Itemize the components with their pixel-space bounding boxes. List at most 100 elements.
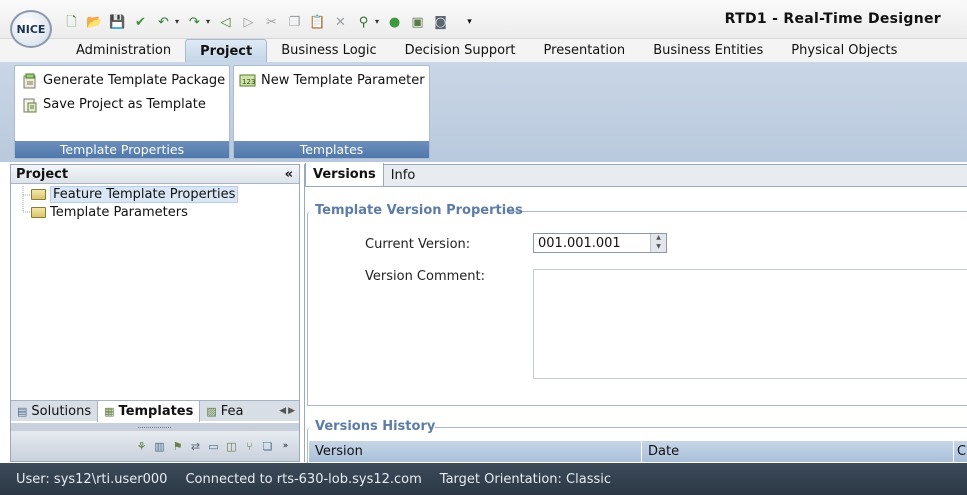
editor-tabs: Versions Info: [305, 163, 967, 187]
version-comment-field[interactable]: [533, 269, 967, 379]
tab-physical-objects[interactable]: Physical Objects: [777, 39, 911, 62]
deploy-icon[interactable]: ▣: [408, 13, 427, 32]
spinner-up-icon[interactable]: ▲: [651, 234, 666, 243]
find-icon[interactable]: ⚲: [354, 13, 373, 32]
tree-item-feature-template-properties[interactable]: Feature Template Properties: [31, 186, 239, 203]
project-panel: Project « Feature Template Properties Te…: [10, 164, 300, 462]
generate-template-package-button[interactable]: Generate Template Package: [21, 72, 225, 89]
section-divider: [435, 427, 967, 428]
quick-access-toolbar: 🗋 📂 💾 ✔ ↶ ▾ ↷ ▾ ◁ ▷ ✂ ❐ 📋 ✕ ⚲ ▾ ● ▣ ◙ ▾: [62, 10, 479, 34]
versions-history-header: Version Date C: [309, 441, 967, 462]
tab-versions[interactable]: Versions: [305, 163, 384, 186]
panel-resize-grip[interactable]: [11, 423, 299, 431]
open-folder-icon[interactable]: 📂: [85, 13, 104, 32]
back-icon[interactable]: ◁: [216, 13, 235, 32]
title-bar: 🗋 📂 💾 ✔ ↶ ▾ ↷ ▾ ◁ ▷ ✂ ❐ 📋 ✕ ⚲ ▾ ● ▣ ◙ ▾ RTD1 - Real-Time De…: [0, 0, 967, 39]
cut-icon[interactable]: ✂: [262, 13, 281, 32]
current-version-field[interactable]: 001.001.001 ▲ ▼: [533, 233, 667, 253]
status-orientation: Target Orientation: Classic: [439, 471, 612, 487]
paste-icon[interactable]: 📋: [308, 13, 327, 32]
tab-info[interactable]: Info: [384, 164, 423, 186]
tab-features[interactable]: ▨ Fea: [200, 401, 249, 422]
tab-scroll-left-icon[interactable]: ◀: [279, 406, 288, 416]
status-connection: Connected to rts-630-lob.sys12.com: [185, 471, 422, 487]
project-panel-header: Project «: [11, 165, 299, 184]
copy-icon[interactable]: ❐: [285, 13, 304, 32]
snapshot-icon[interactable]: ◙: [431, 13, 450, 32]
checkin-icon[interactable]: ✔: [131, 13, 150, 32]
panel-bottom-tabs: ▤ Solutions ▦ Templates ▨ Fea ◀ ▶: [11, 400, 299, 422]
tab-templates-label: Templates: [118, 403, 194, 419]
save-template-icon: [21, 96, 38, 113]
forward-icon[interactable]: ▷: [239, 13, 258, 32]
column-date[interactable]: Date: [642, 441, 954, 462]
svg-text:123: 123: [242, 78, 255, 86]
tool-tree-icon[interactable]: ⚘: [134, 439, 149, 454]
project-panel-title: Project: [16, 167, 69, 182]
solutions-icon: ▤: [17, 404, 28, 418]
folder-icon: [31, 207, 46, 218]
tab-templates[interactable]: ▦ Templates: [97, 400, 201, 422]
new-template-parameter-label: New Template Parameter: [261, 73, 425, 88]
column-comment[interactable]: C: [954, 441, 967, 462]
column-version[interactable]: Version: [309, 441, 642, 462]
folder-icon: [31, 189, 46, 200]
save-project-as-template-button[interactable]: Save Project as Template: [21, 96, 206, 113]
template-parameter-icon: 123: [239, 72, 256, 89]
dropdown-arrow-icon[interactable]: ▾: [204, 13, 212, 32]
current-version-value: 001.001.001: [538, 235, 621, 251]
tree-item-template-parameters[interactable]: Template Parameters: [31, 204, 188, 221]
undo-icon[interactable]: ↶: [154, 13, 173, 32]
tool-document-icon[interactable]: ▥: [152, 439, 167, 454]
versions-history-title: Versions History: [315, 419, 436, 434]
tab-project[interactable]: Project: [185, 39, 268, 62]
generate-package-icon: [21, 72, 38, 89]
panel-toolbar: ⚘ ▥ ⚑ ⇄ ▭ ◫ ⑂ ❏ »: [11, 431, 299, 461]
tab-administration[interactable]: Administration: [62, 39, 185, 62]
ribbon-tabs: Administration Project Business Logic Decis…: [0, 39, 967, 62]
tool-flag-icon[interactable]: ⚑: [170, 439, 185, 454]
delete-icon[interactable]: ✕: [331, 13, 350, 32]
spinner-down-icon[interactable]: ▼: [651, 243, 666, 252]
tool-branch-icon[interactable]: ⑂: [242, 439, 257, 454]
tool-monitor-icon[interactable]: ▭: [206, 439, 221, 454]
tree-item-label: Feature Template Properties: [50, 186, 239, 203]
template-properties-group: Generate Template Package Save Project a…: [14, 65, 230, 159]
version-spinner[interactable]: ▲ ▼: [650, 234, 666, 252]
save-project-as-template-label: Save Project as Template: [43, 97, 206, 112]
tab-scroll-right-icon[interactable]: ▶: [288, 406, 299, 416]
redo-icon[interactable]: ↷: [185, 13, 204, 32]
app-logo[interactable]: NICE: [10, 10, 52, 48]
templates-icon: ▦: [104, 404, 115, 418]
tab-solutions[interactable]: ▤ Solutions: [11, 401, 97, 422]
ribbon: Generate Template Package Save Project a…: [0, 62, 967, 162]
new-file-icon[interactable]: 🗋: [62, 13, 81, 32]
section-divider: [508, 211, 967, 212]
features-icon: ▨: [206, 404, 217, 418]
templates-group: 123 New Template Parameter Templates: [233, 65, 430, 159]
tool-database-icon[interactable]: ◫: [224, 439, 239, 454]
customize-toolbar-icon[interactable]: ▾: [460, 13, 479, 32]
templates-group-label: Templates: [234, 141, 429, 158]
template-properties-group-label: Template Properties: [15, 141, 229, 158]
editor-panel: Versions Info Template Version Propertie…: [304, 163, 967, 463]
tab-presentation[interactable]: Presentation: [530, 39, 640, 62]
tab-decision-support[interactable]: Decision Support: [391, 39, 530, 62]
app-window: 🗋 📂 💾 ✔ ↶ ▾ ↷ ▾ ◁ ▷ ✂ ❐ 📋 ✕ ⚲ ▾ ● ▣ ◙ ▾ RTD1 - Real-Time De…: [0, 0, 967, 495]
tab-business-entities[interactable]: Business Entities: [639, 39, 777, 62]
collapse-panel-icon[interactable]: «: [285, 165, 293, 184]
generate-template-package-label: Generate Template Package: [43, 73, 226, 88]
dropdown-arrow-icon[interactable]: ▾: [373, 13, 381, 32]
tool-more-icon[interactable]: »: [278, 439, 293, 454]
save-icon[interactable]: 💾: [108, 13, 127, 32]
dropdown-arrow-icon[interactable]: ▾: [173, 13, 181, 32]
status-user: User: sys12\rti.user000: [16, 471, 168, 487]
tool-window-icon[interactable]: ❏: [260, 439, 275, 454]
tool-link-icon[interactable]: ⇄: [188, 439, 203, 454]
new-template-parameter-button[interactable]: 123 New Template Parameter: [239, 72, 425, 89]
run-icon[interactable]: ●: [385, 13, 404, 32]
version-comment-label: Version Comment:: [365, 269, 486, 284]
tab-business-logic[interactable]: Business Logic: [267, 39, 390, 62]
app-title: RTD1 - Real-Time Designer: [724, 11, 941, 27]
current-version-label: Current Version:: [365, 237, 471, 252]
